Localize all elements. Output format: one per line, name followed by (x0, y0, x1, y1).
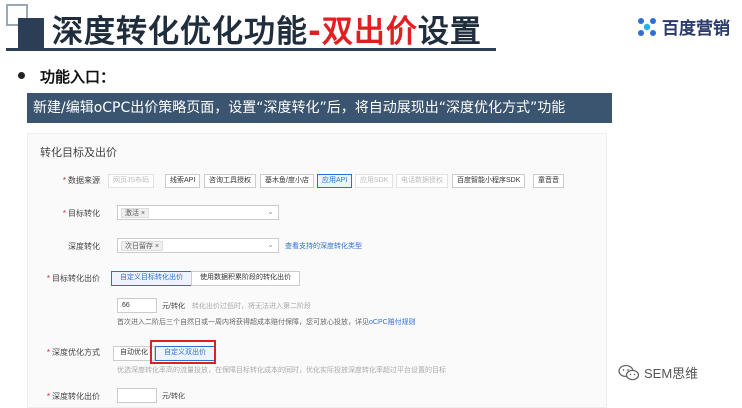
title-underline (6, 48, 496, 51)
watermark-text: SEM思维 (644, 366, 699, 381)
option-consult-tool[interactable]: 咨询工具授权 (204, 174, 256, 188)
option-custom-bid[interactable]: 自定义目标转化出价 (111, 271, 192, 286)
target-bid-hint: 转化出价过低时，将无法进入第二阶段 (192, 303, 311, 310)
highlight-frame (150, 340, 216, 364)
deep-bid-unit: 元/转化 (162, 393, 185, 400)
deep-method-description: 优选深度转化率高的流量投放，在保障目标转化成本的同时，优化实际投放深度转化率超过… (117, 367, 446, 374)
bullet-icon (18, 72, 25, 79)
deep-conversion-tag[interactable]: 次日留存 × (121, 241, 164, 251)
option-phone-data[interactable]: 电话数据授权 (396, 174, 448, 188)
target-bid-label: * 目标转化出价 (46, 274, 100, 283)
title-decoration (6, 4, 44, 48)
option-auto-optimize[interactable]: 自动优化 (113, 346, 155, 361)
target-conversion-label: * 目标转化 (62, 209, 100, 218)
option-web-js[interactable]: 网页JS布码 (108, 174, 155, 188)
target-bid-input[interactable]: 66 (117, 298, 157, 313)
title-tail: 设置 (417, 14, 482, 50)
section-heading: 功能入口： (40, 68, 116, 86)
option-accumulated-bid[interactable]: 使用数据积累阶段的转化出价 (191, 271, 300, 286)
option-tongyin[interactable]: 童音音 (533, 174, 564, 188)
deep-bid-label: * 深度转化出价 (46, 392, 100, 401)
title-highlight: 双出价 (321, 14, 418, 50)
chevron-down-icon: ⌄ (267, 207, 274, 216)
deep-conversion-select[interactable]: 次日留存 × ⌄ (117, 238, 279, 253)
compensation-rules-link[interactable]: oCPC赔付规则 (369, 319, 416, 326)
title-dash: - (308, 14, 322, 50)
watermark: SEM思维 (618, 363, 698, 382)
form-section-title: 转化目标及出价 (40, 147, 117, 159)
wechat-icon (618, 364, 640, 380)
title-main: 深度转化优化功能 (52, 14, 308, 50)
description-banner: 新建/编辑oCPC出价策略页面，设置“深度转化”后，将自动展现出“深度优化方式”… (27, 93, 612, 123)
option-lead-api[interactable]: 线索API (165, 174, 201, 188)
deep-conversion-label: 深度转化 (68, 242, 100, 251)
baidu-marketing-logo-icon (638, 17, 656, 36)
brand-name: 百度营销 (662, 19, 730, 39)
option-miniprogram-sdk[interactable]: 百度智能小程序SDK (452, 174, 526, 188)
option-jimuyu[interactable]: 基木鱼/度小店 (260, 174, 314, 188)
option-app-sdk[interactable]: 应用SDK (355, 174, 394, 188)
data-source-label: * 数据来源 (62, 176, 100, 185)
deep-conversion-types-link[interactable]: 查看支持的深度转化类型 (285, 241, 362, 251)
slide-title: 深度转化优化功能-双出价设置 (52, 6, 482, 50)
target-bid-unit: 元/转化 (162, 303, 185, 310)
deep-method-label: * 深度优化方式 (46, 348, 100, 357)
option-app-api[interactable]: 应用API (317, 174, 353, 188)
deep-bid-input[interactable] (117, 388, 157, 403)
form-panel: 转化目标及出价 * 数据来源 网页JS布码 线索API 咨询工具授权 基木鱼/度小… (27, 133, 607, 408)
target-conversion-select[interactable]: 激活 × ⌄ (117, 205, 279, 220)
target-conversion-tag[interactable]: 激活 × (121, 208, 150, 218)
brand-logo: 百度营销 (636, 14, 730, 39)
chevron-down-icon: ⌄ (267, 240, 274, 249)
compensation-note: 首次进入二阶后三个自然日或一周内将获得超成本赔付保障，您可放心投放，详见oCPC… (117, 319, 416, 326)
